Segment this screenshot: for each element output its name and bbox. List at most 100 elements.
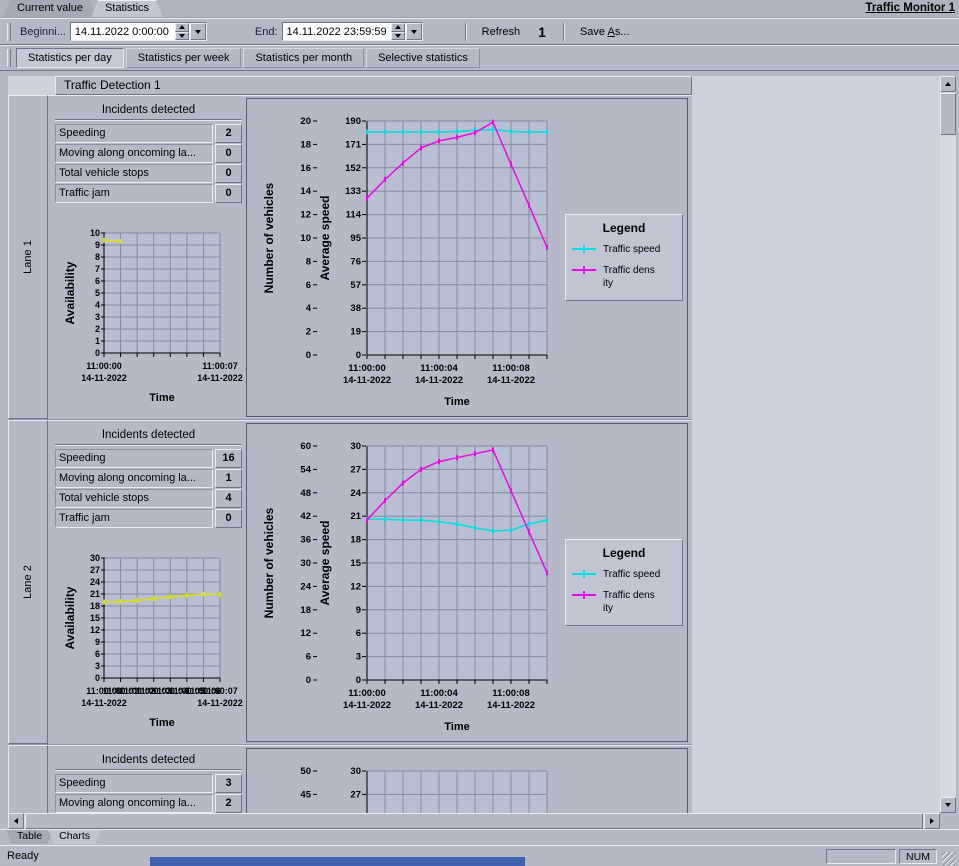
- svg-text:2: 2: [95, 324, 100, 334]
- legend-label-line: Traffic speed: [603, 568, 660, 581]
- vertical-scrollbar[interactable]: [940, 76, 956, 813]
- lane-left-column: Incidents detectedSpeeding2Moving along …: [48, 96, 246, 419]
- horizontal-scrollbar[interactable]: [8, 813, 940, 829]
- tab-charts[interactable]: Charts: [48, 830, 101, 844]
- stats-per-week-button[interactable]: Statistics per week: [126, 48, 242, 68]
- incident-row: Speeding16: [55, 449, 242, 468]
- incident-value: 16: [215, 449, 242, 468]
- begin-datetime-field[interactable]: 14.11.2022 0:00:00: [70, 22, 207, 41]
- svg-text:14-11-2022: 14-11-2022: [487, 375, 535, 386]
- tab-table[interactable]: Table: [6, 830, 53, 844]
- legend-label: Traffic density: [603, 264, 655, 290]
- incident-value: 4: [215, 489, 242, 508]
- svg-text:2: 2: [306, 327, 311, 338]
- tab-statistics[interactable]: Statistics: [91, 0, 163, 17]
- svg-text:14-11-2022: 14-11-2022: [415, 375, 463, 386]
- horizontal-scroll-thumb[interactable]: [25, 813, 923, 829]
- stats-per-day-button[interactable]: Statistics per day: [16, 48, 124, 68]
- refresh-button[interactable]: Refresh: [472, 22, 531, 42]
- svg-text:14-11-2022: 14-11-2022: [415, 700, 463, 711]
- scroll-down-button[interactable]: [940, 797, 956, 813]
- vertical-scroll-thumb[interactable]: [940, 93, 956, 135]
- svg-text:0: 0: [306, 350, 311, 361]
- status-bar: Ready NUM: [0, 845, 959, 866]
- legend-item: Traffic density: [572, 264, 676, 290]
- end-spin-up-button[interactable]: [391, 23, 405, 32]
- begin-spin-up-button[interactable]: [175, 23, 189, 32]
- svg-text:14-11-2022: 14-11-2022: [487, 700, 535, 711]
- legend-label: Traffic density: [603, 589, 655, 615]
- svg-text:133: 133: [345, 186, 361, 197]
- status-text: Ready: [3, 850, 39, 862]
- svg-text:76: 76: [350, 256, 361, 267]
- legend-title: Legend: [572, 221, 676, 235]
- svg-text:11:00:00: 11:00:00: [348, 688, 386, 699]
- svg-text:18: 18: [300, 605, 311, 616]
- svg-text:54: 54: [300, 464, 311, 475]
- begin-spin-down-button[interactable]: [175, 32, 189, 41]
- svg-text:30: 30: [90, 553, 100, 563]
- end-dropdown-button[interactable]: [406, 23, 422, 40]
- svg-text:15: 15: [350, 558, 361, 569]
- scroll-left-button[interactable]: [8, 813, 24, 829]
- main-chart-panel: 0246810121416182001938577695114133152171…: [246, 98, 688, 417]
- legend: LegendTraffic speedTraffic density: [565, 214, 683, 301]
- svg-text:12: 12: [350, 581, 361, 592]
- legend-line-sample: [572, 590, 596, 601]
- lane-label-cell: Lane 3: [8, 745, 48, 813]
- incident-label: Speeding: [55, 124, 213, 143]
- traffic-detection-panel: Traffic Detection 1Lane 1Incidents detec…: [8, 76, 692, 813]
- svg-text:27: 27: [350, 789, 361, 800]
- scroll-right-button[interactable]: [924, 813, 940, 829]
- save-as-button[interactable]: Save As...: [570, 22, 640, 42]
- toolbar-grip[interactable]: [7, 23, 11, 41]
- incidents-panel: Incidents detectedSpeeding2Moving along …: [55, 102, 242, 203]
- incident-row: Total vehicle stops0: [55, 164, 242, 183]
- legend-label-line: Traffic dens: [603, 589, 655, 602]
- svg-text:60: 60: [300, 441, 311, 452]
- svg-text:45: 45: [300, 789, 311, 800]
- incident-value: 2: [215, 124, 242, 143]
- tab-current-value[interactable]: Current value: [3, 0, 97, 17]
- view-tabbar: Current value Statistics Traffic Monitor…: [0, 0, 959, 18]
- incident-value: 0: [215, 144, 242, 163]
- selective-statistics-button[interactable]: Selective statistics: [366, 48, 480, 68]
- svg-text:152: 152: [345, 163, 361, 174]
- svg-text:190: 190: [345, 116, 361, 127]
- svg-text:14-11-2022: 14-11-2022: [197, 373, 243, 383]
- lane-row: Lane 2Incidents detectedSpeeding16Moving…: [8, 420, 692, 745]
- svg-text:3: 3: [356, 652, 361, 663]
- legend-line-sample: [572, 569, 596, 580]
- svg-text:11:00:04: 11:00:04: [420, 363, 458, 374]
- svg-text:20: 20: [300, 116, 311, 127]
- stats-per-month-button[interactable]: Statistics per month: [243, 48, 364, 68]
- incident-value: 0: [215, 164, 242, 183]
- svg-text:50: 50: [300, 766, 311, 777]
- left-arrow-icon: [14, 818, 18, 824]
- incidents-header: Incidents detected: [55, 102, 242, 119]
- begin-dropdown-button[interactable]: [190, 23, 206, 40]
- incident-label: Speeding: [55, 449, 213, 468]
- svg-text:11:00:04: 11:00:04: [420, 688, 458, 699]
- down-arrow-icon: [395, 34, 401, 38]
- end-spin-down-button[interactable]: [391, 32, 405, 41]
- svg-text:18: 18: [350, 535, 361, 546]
- incident-row: Moving along oncoming la...1: [55, 469, 242, 488]
- end-datetime-field[interactable]: 14.11.2022 23:59:59: [282, 22, 423, 41]
- svg-text:6: 6: [306, 280, 311, 291]
- svg-text:Time: Time: [444, 396, 469, 408]
- bottom-tabbar: Table Charts: [0, 829, 959, 845]
- svg-text:24: 24: [350, 488, 361, 499]
- svg-text:6: 6: [95, 276, 100, 286]
- legend-line-sample: [572, 244, 596, 255]
- lane-content: Incidents detectedSpeeding16Moving along…: [48, 420, 692, 744]
- incident-label: Traffic jam: [55, 509, 213, 528]
- toolbar-grip[interactable]: [7, 49, 11, 67]
- resize-grip[interactable]: [942, 852, 956, 866]
- svg-text:4: 4: [95, 300, 100, 310]
- scroll-up-button[interactable]: [940, 76, 956, 92]
- lane-content: Incidents detectedSpeeding2Moving along …: [48, 95, 692, 419]
- svg-text:14-11-2022: 14-11-2022: [81, 373, 127, 383]
- svg-text:24: 24: [300, 581, 311, 592]
- svg-text:95: 95: [350, 233, 361, 244]
